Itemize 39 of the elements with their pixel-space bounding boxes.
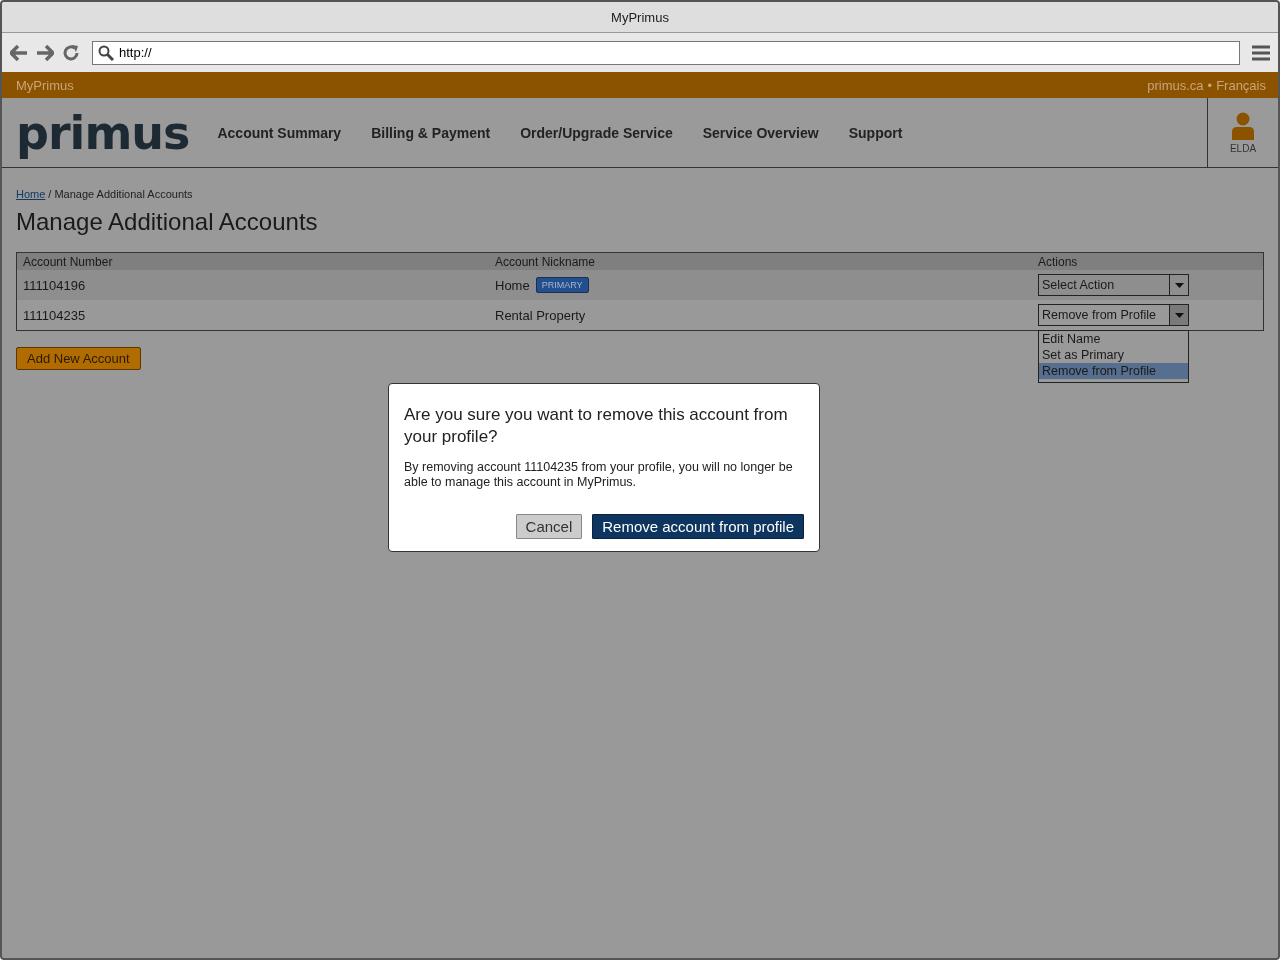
table-cell: Home [495,277,530,293]
page-title: Manage Additional Accounts [16,208,319,236]
column-header: Account Number [22,254,114,269]
dropdown-option[interactable]: Edit Name [1039,331,1188,347]
add-account-button[interactable]: Add New Account [16,347,141,370]
column-header: Account Nickname [494,254,597,269]
window-title: MyPrimus [611,9,669,25]
table-cell: Rental Property [495,307,586,323]
nav-link[interactable]: Order/Upgrade Service [520,124,673,141]
separator-dot: • [1207,77,1213,93]
search-icon [98,44,114,61]
caret-icon [1174,312,1184,318]
dropdown-option[interactable]: Remove from Profile [1039,363,1188,379]
breadcrumb-current: Manage Additional Accounts [54,188,193,200]
action-dropdown[interactable]: Remove from Profile [1038,304,1189,326]
forward-arrow-icon[interactable] [36,44,54,61]
remove-button[interactable]: Remove account from profile [592,514,804,539]
menu-icon[interactable] [1252,44,1270,61]
user-name[interactable]: ELDA [1229,142,1257,154]
caret-icon [1174,282,1184,288]
nav-link[interactable]: Account Summary [217,124,342,141]
back-arrow-icon[interactable] [10,44,28,61]
dialog-message: By removing account 11104235 from your profile, you will no longer be able to manage this account in MyPrimus. [404,460,794,490]
nav-link[interactable]: Service Overview [702,124,819,141]
nav-link[interactable]: Billing & Payment [371,124,491,141]
primary-badge: PRIMARY [535,277,589,293]
column-header: Actions [1037,254,1079,269]
dialog-title: Are you sure you want to remove this account from your profile? [404,404,789,448]
top-link[interactable]: primus.ca [1147,77,1204,93]
dropdown-option[interactable]: Set as Primary [1039,347,1188,363]
cancel-button[interactable]: Cancel [515,514,583,539]
action-dropdown[interactable]: Select Action [1038,274,1189,296]
breadcrumb-link[interactable]: Home [16,188,46,200]
nav-link[interactable]: Support [848,124,903,141]
address-field[interactable]: http:// [92,40,1240,65]
reload-icon[interactable] [62,43,80,62]
breadcrumb-separator: / [48,188,52,200]
table-cell-text: 111104196 [22,277,87,293]
table-cell-text: 111104235 [22,307,87,323]
